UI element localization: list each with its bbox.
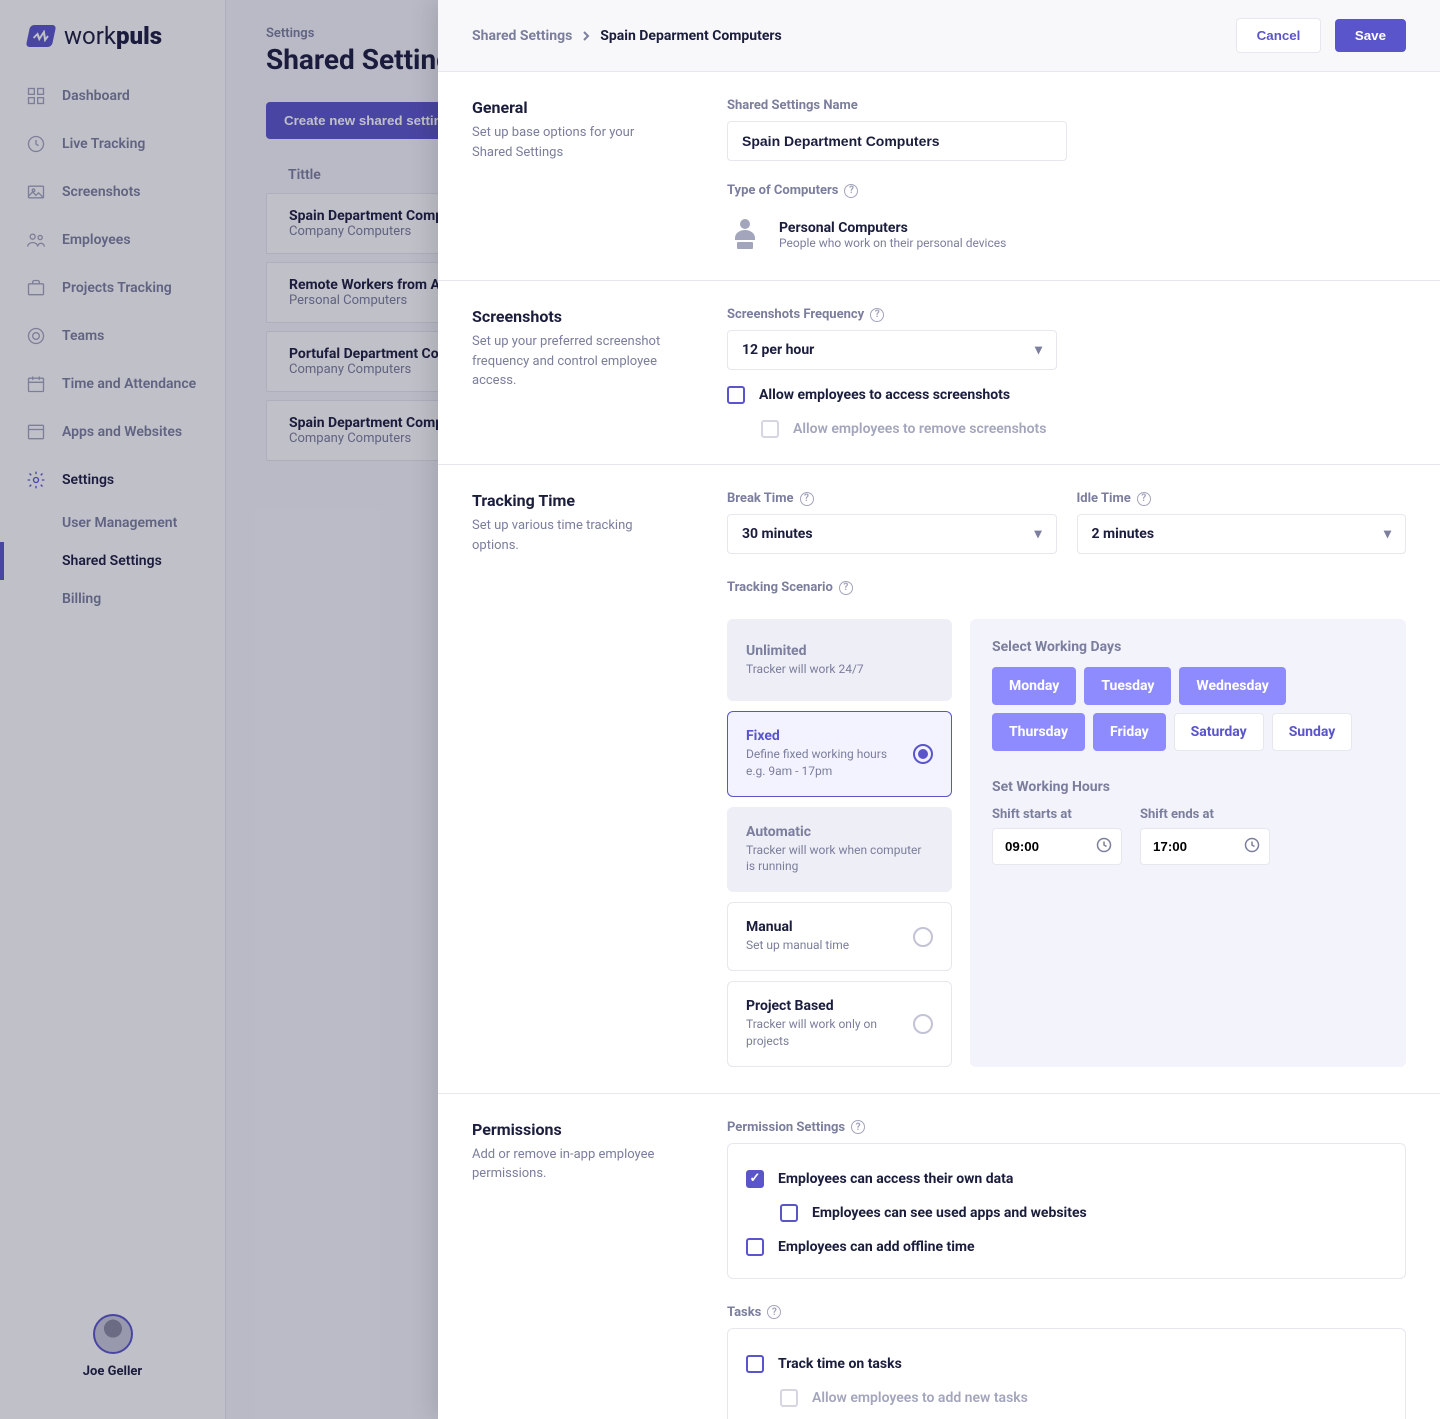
radio-icon [913,744,933,764]
idle-time-select[interactable]: 2 minutes▾ [1077,514,1407,554]
section-general: General Set up base options for your Sha… [438,72,1440,281]
shared-settings-modal: Shared Settings Spain Deparment Computer… [438,0,1440,1419]
tracking-scenario-label: Tracking Scenario? [727,580,1406,595]
permissions-desc: Add or remove in-app employee permission… [472,1145,677,1184]
personal-computer-icon [727,216,763,254]
day-tuesday[interactable]: Tuesday [1084,667,1171,705]
chevron-down-icon: ▾ [1384,526,1391,542]
settings-name-label: Shared Settings Name [727,98,1406,113]
tasks-label: Tasks? [727,1305,1406,1320]
breadcrumb: Shared Settings Spain Deparment Computer… [472,28,782,44]
day-wednesday[interactable]: Wednesday [1179,667,1285,705]
screenshot-frequency-select[interactable]: 12 per hour▾ [727,330,1057,370]
clock-icon [1244,837,1260,857]
chevron-down-icon: ▾ [1034,526,1041,542]
cancel-button[interactable]: Cancel [1236,18,1322,53]
section-tracking-time: Tracking Time Set up various time tracki… [438,465,1440,1094]
allow-remove-screenshots-checkbox: Allow employees to remove screenshots [761,420,1406,438]
break-time-label: Break Time? [727,491,1057,506]
screenshots-desc: Set up your preferred screenshot frequen… [472,332,677,391]
help-icon[interactable]: ? [800,492,814,506]
permissions-heading: Permissions [472,1120,677,1139]
settings-name-input[interactable] [727,121,1067,161]
allow-add-tasks-checkbox: Allow employees to add new tasks [780,1389,1387,1407]
help-icon[interactable]: ? [839,581,853,595]
radio-icon [913,927,933,947]
scenario-manual[interactable]: ManualSet up manual time [727,902,952,971]
employees-apps-websites-checkbox[interactable]: Employees can see used apps and websites [780,1204,1387,1222]
radio-icon [913,1014,933,1034]
working-days-heading: Select Working Days [992,639,1384,655]
general-desc: Set up base options for your Shared Sett… [472,123,677,162]
help-icon[interactable]: ? [767,1305,781,1319]
working-hours-heading: Set Working Hours [992,779,1384,795]
day-thursday[interactable]: Thursday [992,713,1085,751]
chevron-right-icon [582,31,590,41]
save-button[interactable]: Save [1335,19,1406,52]
day-sunday[interactable]: Sunday [1272,713,1353,751]
breadcrumb-root[interactable]: Shared Settings [472,28,572,44]
tracking-heading: Tracking Time [472,491,677,510]
help-icon[interactable]: ? [851,1120,865,1134]
break-time-select[interactable]: 30 minutes▾ [727,514,1057,554]
modal-header: Shared Settings Spain Deparment Computer… [438,0,1440,72]
track-time-tasks-checkbox[interactable]: Track time on tasks [746,1355,1387,1373]
day-friday[interactable]: Friday [1093,713,1166,751]
scenario-automatic: AutomaticTracker will work when computer… [727,807,952,893]
scenario-project-based[interactable]: Project BasedTracker will work only on p… [727,981,952,1067]
help-icon[interactable]: ? [870,308,884,322]
employees-own-data-checkbox[interactable]: Employees can access their own data [746,1170,1387,1188]
help-icon[interactable]: ? [1137,492,1151,506]
allow-access-screenshots-checkbox[interactable]: Allow employees to access screenshots [727,386,1406,404]
breadcrumb-current: Spain Deparment Computers [600,28,781,44]
clock-icon [1096,837,1112,857]
day-saturday[interactable]: Saturday [1174,713,1264,751]
employees-offline-time-checkbox[interactable]: Employees can add offline time [746,1238,1387,1256]
type-of-computers-label: Type of Computers? [727,183,1406,198]
computer-type-sub: People who work on their personal device… [779,236,1006,250]
computer-type-title: Personal Computers [779,220,1006,236]
shift-end-label: Shift ends at [1140,807,1270,822]
scenario-fixed[interactable]: FixedDefine fixed working hours e.g. 9am… [727,711,952,797]
working-days-panel: Select Working Days MondayTuesdayWednesd… [970,619,1406,1067]
idle-time-label: Idle Time? [1077,491,1407,506]
permission-settings-label: Permission Settings? [727,1120,1406,1135]
chevron-down-icon: ▾ [1035,342,1042,358]
general-heading: General [472,98,677,117]
day-monday[interactable]: Monday [992,667,1076,705]
screenshots-heading: Screenshots [472,307,677,326]
help-icon[interactable]: ? [844,184,858,198]
section-screenshots: Screenshots Set up your preferred screen… [438,281,1440,465]
screenshot-frequency-label: Screenshots Frequency? [727,307,1406,322]
shift-start-label: Shift starts at [992,807,1122,822]
tracking-desc: Set up various time tracking options. [472,516,677,555]
scenario-unlimited: UnlimitedTracker will work 24/7 [727,619,952,701]
section-permissions: Permissions Add or remove in-app employe… [438,1094,1440,1419]
